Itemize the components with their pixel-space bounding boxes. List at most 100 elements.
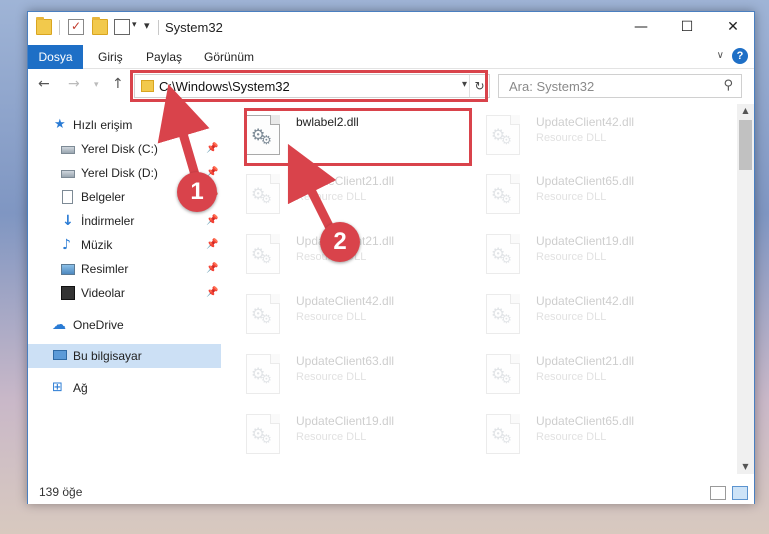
file-type: Resource DLL	[536, 191, 607, 203]
dll-file-icon: ⚙ ⚙	[246, 354, 280, 394]
step-1-badge: 1	[177, 172, 217, 212]
scroll-down-icon[interactable]: ▼	[737, 460, 754, 474]
dll-file-icon: ⚙ ⚙	[246, 414, 280, 454]
tab-share[interactable]: Paylaş	[146, 45, 182, 69]
file-item[interactable]: ⚙ ⚙ UpdateClient19.dll Resource DLL	[471, 228, 701, 282]
file-highlight	[244, 108, 472, 166]
nav-item-this-pc[interactable]: Bu bilgisayar	[28, 344, 221, 368]
minimize-button[interactable]: —	[618, 12, 664, 43]
scroll-thumb[interactable]	[739, 120, 752, 170]
drive-icon	[61, 146, 75, 154]
step-2-badge: 2	[320, 222, 360, 262]
close-button[interactable]: ✕	[710, 12, 756, 43]
file-item[interactable]: ⚙⚙ UpdateClient21.dll Resource DLL	[471, 348, 701, 402]
properties-icon[interactable]	[68, 19, 84, 35]
search-input[interactable]: Ara: System32 ⚲	[498, 74, 742, 98]
search-placeholder: Ara: System32	[509, 79, 595, 94]
file-type: Resource DLL	[296, 371, 367, 383]
file-item[interactable]: ⚙ ⚙ UpdateClient42.dll Resource DLL	[471, 109, 701, 163]
file-name: UpdateClient21.dll	[296, 174, 395, 188]
dll-file-icon: ⚙ ⚙	[246, 294, 280, 334]
pin-icon: 📌	[206, 239, 219, 250]
search-icon[interactable]: ⚲	[723, 78, 733, 93]
nav-item-downloads[interactable]: ↓ İndirmeler 📌	[28, 210, 221, 232]
pin-icon: 📌	[206, 287, 219, 298]
customize-toolbar-icon[interactable]: ▾	[144, 19, 150, 32]
up-arrow-icon[interactable]: ↑	[112, 76, 124, 92]
nav-label: Resimler	[81, 262, 129, 276]
file-item[interactable]: ⚙ ⚙ UpdateClient63.dll Resource DLL	[231, 348, 461, 402]
downloads-icon: ↓	[62, 213, 74, 229]
nav-label: Videolar	[81, 286, 125, 300]
view-list-icon[interactable]	[114, 19, 130, 35]
file-name: UpdateClient42.dll	[296, 294, 395, 308]
pin-icon: 📌	[206, 215, 219, 226]
scroll-up-icon[interactable]: ▲	[737, 104, 754, 118]
new-folder-icon[interactable]	[92, 17, 108, 35]
file-item[interactable]: ⚙ ⚙ UpdateClient42.dll Resource DLL	[231, 288, 461, 342]
large-icons-view-icon[interactable]	[732, 486, 748, 500]
file-type: Resource DLL	[536, 371, 607, 383]
dll-file-icon: ⚙ ⚙	[486, 414, 520, 454]
file-type: Resource DLL	[536, 431, 607, 443]
pictures-icon	[61, 264, 75, 275]
tab-file[interactable]: Dosya	[28, 45, 83, 69]
chevron-down-icon[interactable]: ▾	[132, 20, 137, 30]
nav-label: İndirmeler	[81, 214, 135, 228]
file-name: UpdateClient65.dll	[536, 174, 635, 188]
drive-icon	[61, 170, 75, 178]
file-item[interactable]: ⚙⚙ UpdateClient21.dll Resource DLL	[231, 168, 461, 222]
address-bar-highlight	[130, 70, 488, 102]
dll-file-icon: ⚙ ⚙	[246, 174, 280, 214]
maximize-button[interactable]: ☐	[664, 12, 710, 43]
dll-file-icon: ⚙ ⚙	[486, 234, 520, 274]
tab-view[interactable]: Görünüm	[204, 45, 254, 69]
nav-label: Yerel Disk (C:)	[81, 142, 158, 156]
status-bar: 139 öğe	[28, 482, 754, 504]
nav-item-local-disk-c[interactable]: Yerel Disk (C:) 📌	[28, 138, 221, 160]
help-icon[interactable]: ?	[732, 48, 748, 64]
file-item[interactable]: ⚙ ⚙ UpdateClient65.dll Resource DLL	[471, 408, 701, 462]
videos-icon	[61, 286, 75, 300]
nav-label: Hızlı erişim	[73, 118, 133, 132]
nav-item-network[interactable]: ⊞ Ağ	[28, 377, 221, 399]
nav-quick-access[interactable]: ★ Hızlı erişim	[28, 114, 221, 136]
nav-item-videos[interactable]: Videolar 📌	[28, 282, 221, 304]
recent-locations-icon[interactable]: ▾	[94, 80, 99, 90]
dll-file-icon: ⚙ ⚙	[486, 174, 520, 214]
back-arrow-icon[interactable]: ←	[38, 76, 50, 92]
file-name: UpdateClient42.dll	[536, 115, 635, 129]
network-icon: ⊞	[52, 380, 63, 395]
nav-item-pictures[interactable]: Resimler 📌	[28, 258, 221, 280]
file-item[interactable]: ⚙ ⚙ UpdateClient19.dll Resource DLL	[231, 408, 461, 462]
nav-label: Bu bilgisayar	[73, 349, 142, 363]
nav-item-music[interactable]: ♪ Müzik 📌	[28, 234, 221, 256]
navigation-pane: ★ Hızlı erişim Yerel Disk (C:) 📌 Yerel D…	[28, 104, 221, 474]
file-type: Resource DLL	[536, 132, 607, 144]
documents-icon	[62, 190, 73, 204]
file-type: Resource DLL	[296, 191, 367, 203]
pin-icon: 📌	[206, 263, 219, 274]
nav-item-onedrive[interactable]: ☁ OneDrive	[28, 314, 221, 336]
vertical-scrollbar[interactable]: ▲ ▼	[737, 104, 754, 474]
file-name: UpdateClient19.dll	[296, 414, 395, 428]
file-name: UpdateClient63.dll	[296, 354, 395, 368]
divider	[158, 20, 159, 35]
file-item[interactable]: ⚙ ⚙ UpdateClient42.dll Resource DLL	[471, 288, 701, 342]
file-name: UpdateClient65.dll	[536, 414, 635, 428]
file-item[interactable]: ⚙ ⚙ UpdateClient65.dll Resource DLL	[471, 168, 701, 222]
file-type: Resource DLL	[296, 431, 367, 443]
folder-icon	[36, 17, 52, 35]
file-name: UpdateClient21.dll	[536, 354, 635, 368]
tab-home[interactable]: Giriş	[98, 45, 123, 69]
ribbon-tabs: Dosya Giriş Paylaş Görünüm ∨ ?	[28, 43, 754, 69]
dll-file-icon: ⚙ ⚙	[486, 294, 520, 334]
expand-ribbon-icon[interactable]: ∨	[717, 50, 724, 61]
file-type: Resource DLL	[296, 311, 367, 323]
details-view-icon[interactable]	[710, 486, 726, 500]
item-count: 139 öğe	[39, 485, 83, 499]
file-type: Resource DLL	[536, 251, 607, 263]
forward-arrow-icon[interactable]: →	[68, 76, 80, 92]
cloud-icon: ☁	[52, 317, 66, 333]
music-icon: ♪	[62, 237, 71, 253]
